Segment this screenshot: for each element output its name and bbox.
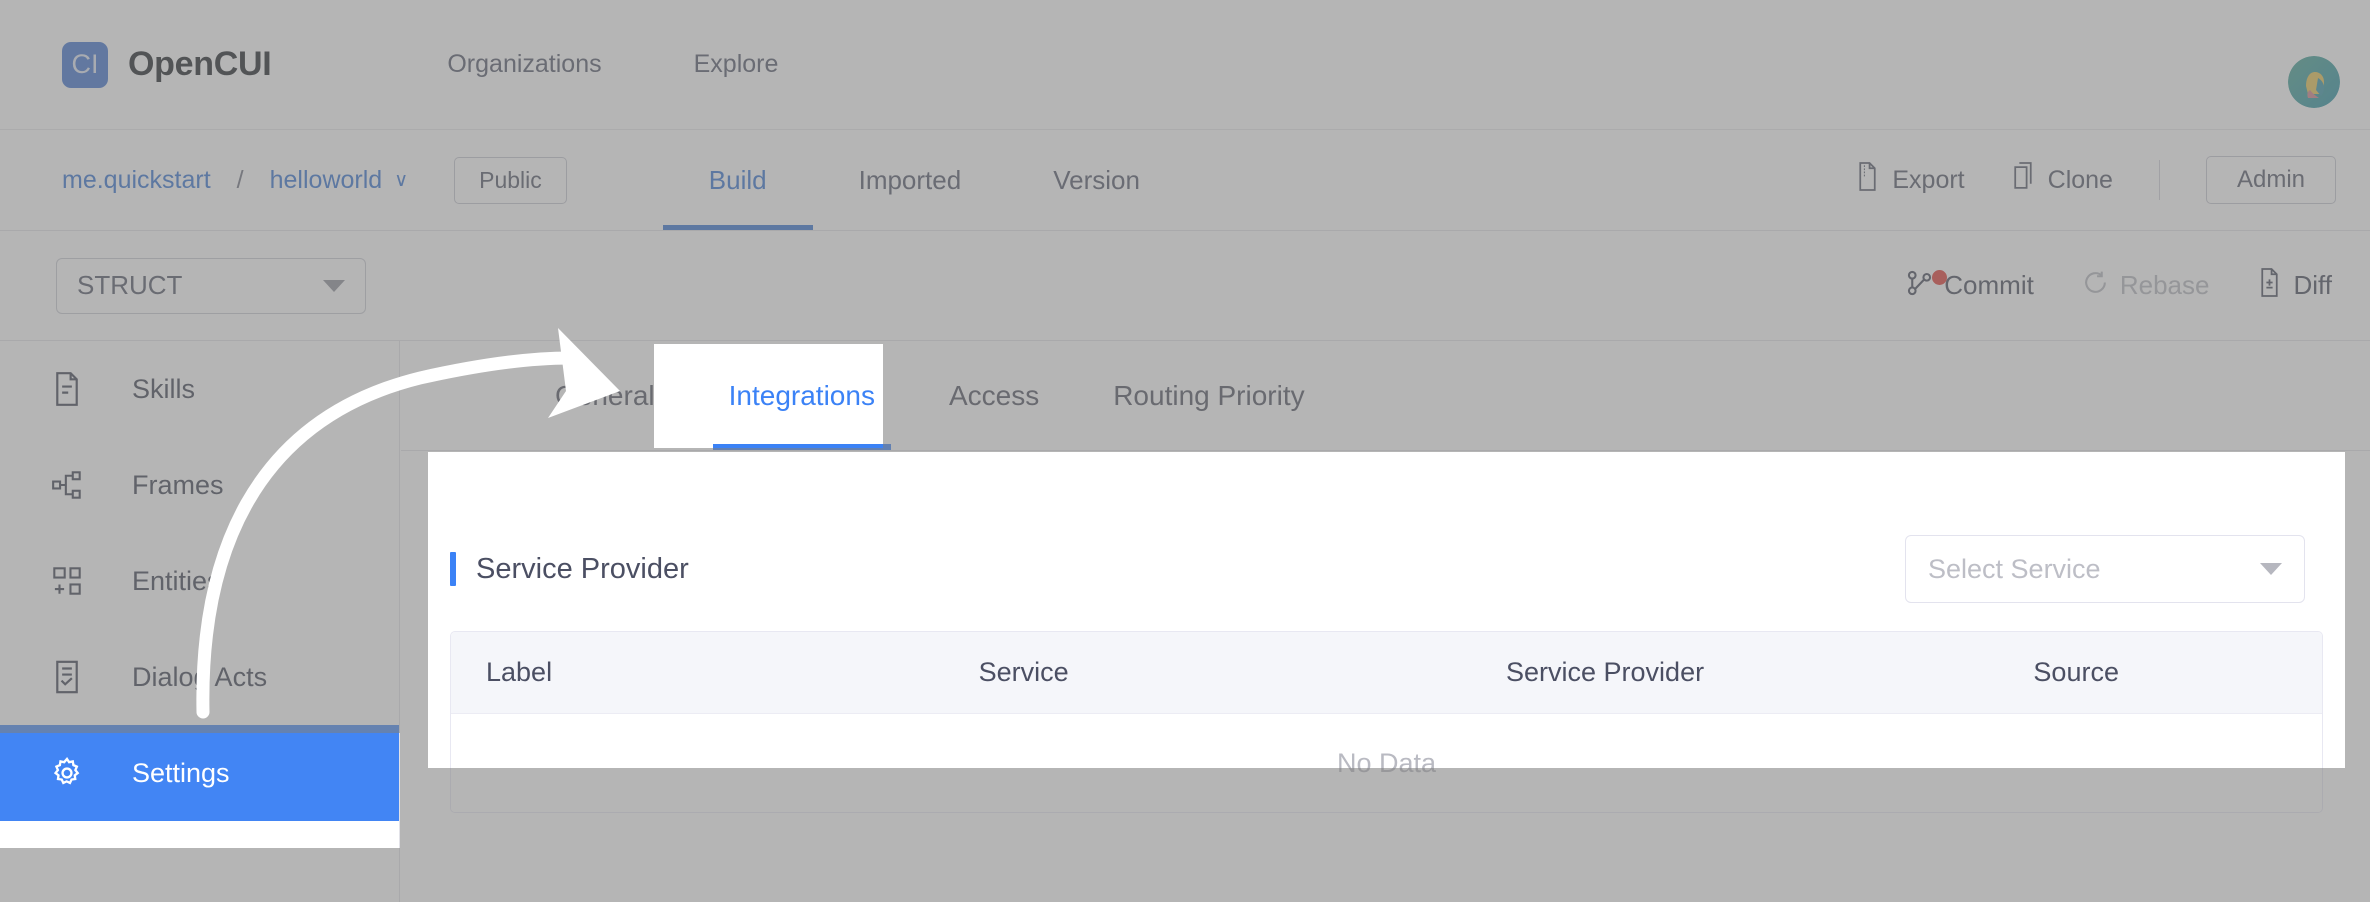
app-base-layer: CI OpenCUI Organizations Explore: [654, 344, 883, 448]
chevron-down-icon[interactable]: ∨: [394, 169, 408, 192]
chevron-down-icon: [2260, 563, 2282, 575]
sidebar-item-label: Skills: [132, 374, 195, 405]
breadcrumb: me.quickstart / helloworld ∨ Public: [62, 157, 567, 204]
brand-name: OpenCUI: [128, 45, 271, 84]
sidebar-item-entities[interactable]: Entities: [0, 533, 399, 629]
divider: [2159, 160, 2160, 200]
top-nav-links: Organizations Explore: [447, 50, 778, 79]
commit-badge-dot: [1932, 270, 1947, 285]
spotlight-settings-item: CI OpenCUI Organizations Explore: [0, 733, 400, 848]
sidebar-item-dialog-acts[interactable]: Dialog Acts: [0, 629, 399, 725]
sidebar-item-settings: Settings: [0, 733, 399, 821]
tab-imported[interactable]: Imported: [813, 130, 1008, 230]
export-button[interactable]: Export: [1855, 162, 1964, 198]
struct-toolbar: STRUCT Commit: [0, 231, 2370, 341]
nav-link-explore[interactable]: Explore: [694, 50, 779, 79]
visibility-badge[interactable]: Public: [454, 157, 567, 204]
main-tabs: Build Imported Version: [663, 130, 1186, 230]
app-base-layer: CI OpenCUI Organizations Explore: [0, 733, 400, 848]
service-select-placeholder: Select Service: [1928, 554, 2101, 585]
branch-icon: [1906, 268, 1933, 304]
grid-plus-icon: [46, 566, 88, 596]
header-actions: Export Clone Admin: [1809, 130, 2336, 230]
table-header-row: Label Service Service Provider Source: [451, 632, 2322, 714]
app-root: CI OpenCUI Organizations Explore: [0, 0, 2370, 902]
avatar[interactable]: [2288, 56, 2340, 108]
column-header-service-provider: Service Provider: [1506, 657, 2033, 688]
content-area: General Integrations Access Routing Prio…: [654, 344, 883, 448]
tab-access[interactable]: Access: [925, 341, 1063, 450]
commit-label: Commit: [1944, 270, 2034, 301]
section-title-label: Service Provider: [476, 553, 689, 586]
clone-button[interactable]: Clone: [2011, 162, 2113, 198]
column-header-service: Service: [979, 657, 1506, 688]
tab-build[interactable]: Build: [663, 130, 813, 230]
document-icon: [46, 372, 88, 406]
panel-header: Service Provider Select Service: [428, 501, 2345, 603]
breadcrumb-separator: /: [237, 166, 244, 195]
sitemap-icon: [46, 470, 88, 500]
spotlight-service-provider-panel: CI OpenCUI Organizations Explore: [428, 452, 2345, 768]
commit-button[interactable]: Commit: [1906, 268, 2034, 304]
export-label: Export: [1892, 166, 1964, 195]
table-empty-state: No Data: [451, 714, 2322, 768]
sidebar-item-label: Entities: [132, 566, 221, 597]
list-check-icon: [46, 660, 88, 694]
export-file-icon: [1855, 162, 1880, 198]
sidebar: Skills Frames Entities: [0, 733, 400, 848]
diff-button[interactable]: Diff: [2257, 268, 2332, 304]
diff-file-icon: [2257, 268, 2282, 304]
service-select: Select Service: [1905, 535, 2305, 603]
chevron-down-icon: [323, 280, 345, 292]
settings-tabs: General Integrations Access Routing Prio…: [654, 344, 883, 448]
struct-select[interactable]: STRUCT: [56, 258, 366, 314]
tab-version[interactable]: Version: [1007, 130, 1186, 230]
sidebar-item-label: Dialog Acts: [132, 662, 267, 693]
column-header-source: Source: [2033, 657, 2322, 688]
sidebar-item-skills[interactable]: Skills: [0, 341, 399, 437]
admin-button[interactable]: Admin: [2206, 156, 2336, 204]
spotlight-integrations-tab: CI OpenCUI Organizations Explore: [654, 344, 883, 448]
nav-link-organizations[interactable]: Organizations: [447, 50, 601, 79]
service-provider-panel: Service Provider Select Service Label Se…: [428, 501, 2345, 768]
breadcrumb-bar: me.quickstart / helloworld ∨ Public Buil…: [0, 130, 2370, 231]
accent-bar: [450, 552, 456, 586]
tab-routing-priority[interactable]: Routing Priority: [1089, 341, 1328, 450]
tab-general: General: [654, 344, 679, 448]
section-title: Service Provider: [450, 552, 689, 586]
rebase-label: Rebase: [2120, 270, 2210, 301]
sidebar-item-label: Settings: [132, 758, 230, 789]
gear-icon: [46, 757, 88, 789]
opencui-logo-icon: CI: [62, 42, 108, 88]
copy-icon: [2011, 162, 2036, 198]
integrations-table: Label Service Service Provider Source No…: [450, 631, 2323, 768]
content-area: General Integrations Access Routing Prio…: [428, 452, 2345, 768]
breadcrumb-org[interactable]: me.quickstart: [62, 166, 211, 195]
sidebar-item-label: Frames: [132, 470, 224, 501]
tab-integrations: Integrations: [705, 344, 883, 448]
logo-glyph: CI: [72, 51, 99, 78]
breadcrumb-project[interactable]: helloworld: [270, 166, 383, 195]
column-header-label: Label: [451, 657, 979, 688]
app-base-layer: CI OpenCUI Organizations Explore: [428, 452, 2345, 768]
top-navigation-bar: CI OpenCUI Organizations Explore: [0, 0, 2370, 130]
no-data-label: No Data: [1337, 748, 1436, 769]
rebase-button[interactable]: Rebase: [2082, 269, 2210, 303]
vcs-actions: Commit Rebase: [1858, 231, 2332, 340]
brand[interactable]: CI OpenCUI: [62, 42, 271, 88]
diff-label: Diff: [2293, 270, 2332, 301]
refresh-icon: [2082, 269, 2109, 303]
struct-select-value: STRUCT: [77, 270, 182, 301]
sidebar-item-frames[interactable]: Frames: [0, 437, 399, 533]
clone-label: Clone: [2048, 166, 2113, 195]
